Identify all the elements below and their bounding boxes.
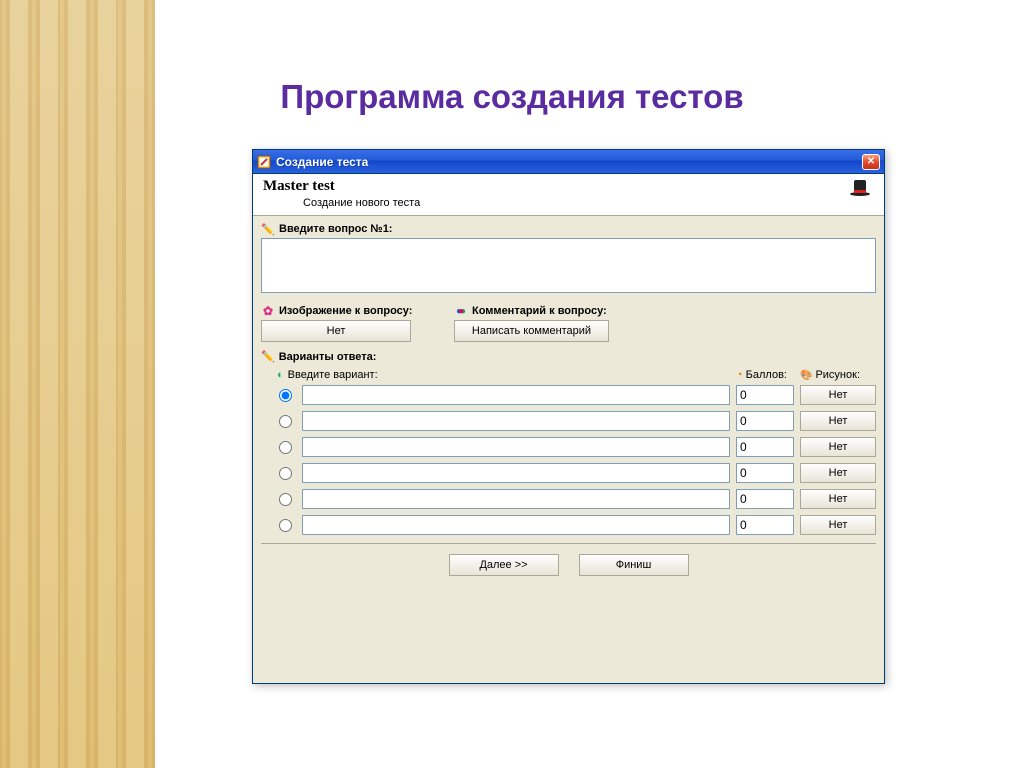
score-input[interactable] — [736, 463, 794, 483]
answer-radio[interactable] — [279, 493, 292, 506]
image-none-button[interactable]: Нет — [261, 320, 411, 342]
variant-input[interactable] — [302, 489, 730, 509]
answer-radio[interactable] — [279, 519, 292, 532]
col-image-label: Рисунок: — [815, 369, 860, 381]
score-input[interactable] — [736, 515, 794, 535]
col-score-label: Баллов: — [746, 369, 787, 381]
row-image-button[interactable]: Нет — [800, 385, 876, 405]
answer-row: Нет — [277, 515, 876, 535]
answer-radio[interactable] — [279, 441, 292, 454]
variant-input[interactable] — [302, 411, 730, 431]
pencil-icon — [261, 222, 275, 236]
wizard-title: Master test — [263, 178, 846, 195]
row-image-button[interactable]: Нет — [800, 515, 876, 535]
finish-button[interactable]: Финиш — [579, 554, 689, 576]
col-variant-label: Введите вариант: — [288, 369, 378, 381]
pie-icon — [736, 369, 743, 381]
answers-header: Варианты ответа: — [261, 350, 876, 363]
titlebar[interactable]: Создание теста ✕ — [253, 150, 884, 174]
flower-icon — [261, 304, 275, 318]
variant-input[interactable] — [302, 437, 730, 457]
answer-row: Нет — [277, 489, 876, 509]
balls-icon — [454, 304, 468, 318]
comment-section-label: Комментарий к вопросу: — [472, 305, 607, 317]
question-label: Введите вопрос №1: — [279, 223, 392, 235]
wizard-header: Master test Создание нового теста — [253, 174, 884, 216]
row-image-button[interactable]: Нет — [800, 489, 876, 509]
app-icon — [257, 155, 271, 169]
answer-row: Нет — [277, 437, 876, 457]
answers-header-label: Варианты ответа: — [279, 351, 377, 363]
question-group: Введите вопрос №1: — [261, 222, 876, 296]
score-input[interactable] — [736, 385, 794, 405]
answer-row: Нет — [277, 463, 876, 483]
answer-radio[interactable] — [279, 389, 292, 402]
next-button[interactable]: Далее >> — [449, 554, 559, 576]
answer-radio[interactable] — [279, 415, 292, 428]
score-input[interactable] — [736, 489, 794, 509]
close-button[interactable]: ✕ — [862, 154, 880, 170]
answer-rows-container: Нет Нет Нет Нет Нет Нет — [277, 385, 876, 535]
app-window: Создание теста ✕ Master test Создание но… — [252, 149, 885, 684]
answer-row: Нет — [277, 385, 876, 405]
wizard-body: Введите вопрос №1: Изображение к вопросу… — [253, 216, 884, 586]
score-input[interactable] — [736, 437, 794, 457]
variant-input[interactable] — [302, 385, 730, 405]
question-input[interactable] — [261, 238, 876, 293]
wizard-hat-icon — [846, 178, 874, 206]
palette-icon — [800, 369, 812, 381]
slide-title: Программа создания тестов — [0, 78, 1024, 116]
variant-input[interactable] — [302, 515, 730, 535]
pencil-icon — [261, 350, 275, 363]
variant-input[interactable] — [302, 463, 730, 483]
answers-columns: Введите вариант: Баллов: Рисунок: — [277, 369, 876, 381]
score-input[interactable] — [736, 411, 794, 431]
image-section-label: Изображение к вопросу: — [279, 305, 412, 317]
answer-radio[interactable] — [279, 467, 292, 480]
row-image-button[interactable]: Нет — [800, 411, 876, 431]
wizard-subtitle: Создание нового теста — [303, 197, 846, 209]
sphere-icon — [277, 369, 284, 381]
write-comment-button[interactable]: Написать комментарий — [454, 320, 609, 342]
row-image-button[interactable]: Нет — [800, 437, 876, 457]
footer-bar: Далее >> Финиш — [261, 543, 876, 576]
row-image-button[interactable]: Нет — [800, 463, 876, 483]
window-title: Создание теста — [276, 155, 862, 169]
answer-row: Нет — [277, 411, 876, 431]
